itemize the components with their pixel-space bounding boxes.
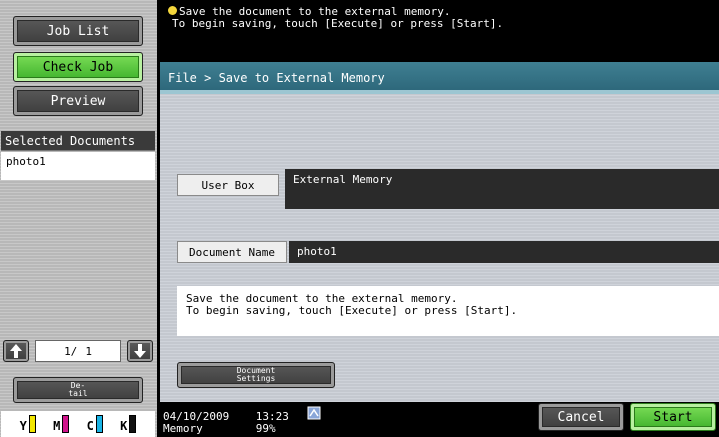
document-name-field[interactable]: photo1 [289,241,719,263]
toner-levels: Y M C K [1,411,155,437]
left-panel: Job List Check Job Preview Selected Docu… [0,0,157,437]
toner-magenta: M [53,415,70,433]
date-time: 04/10/2009 13:23 Memory 99% [163,411,289,435]
pager: 1/ 1 [3,339,153,363]
toner-yellow: Y [20,415,36,433]
message-line2: To begin saving, touch [Execute] or pres… [172,17,504,30]
start-label: Start [653,409,693,425]
main-panel: File > Save to External Memory User Box … [160,62,719,402]
detail-button[interactable]: De- tail [13,377,143,403]
memory-value: 99% [255,422,276,435]
start-button[interactable]: Start [630,403,716,431]
lightbulb-icon [168,6,177,15]
page-indicator: 1/ 1 [35,340,121,362]
page-up-button[interactable] [3,340,29,362]
document-name-label: Document Name [177,241,287,263]
toner-cyan: C [87,415,103,433]
check-job-label: Check Job [42,59,114,75]
page-total: 1 [85,344,92,358]
check-job-button[interactable]: Check Job [13,52,143,82]
selected-documents-title: Selected Documents [1,131,155,151]
document-settings-button[interactable]: Document Settings [177,362,335,388]
info-message: Save the document to the external memory… [177,286,719,336]
toner-black: K [120,415,137,433]
selected-documents-list: photo1 [1,152,155,180]
cancel-label: Cancel [557,409,605,425]
memory-label: Memory [163,422,203,435]
toner-cyan-bar [95,415,103,433]
detail-label-line2: tail [68,389,88,398]
list-item[interactable]: photo1 [6,152,155,172]
status-bar: 04/10/2009 13:23 Memory 99% Cancel Start [157,403,719,437]
document-settings-line2: Settings [236,374,276,383]
toner-yellow-bar [28,415,36,433]
network-icon [307,406,321,420]
job-list-label: Job List [46,23,110,39]
info-line2: To begin saving, touch [Execute] or pres… [186,304,518,317]
user-box-value: External Memory [285,169,719,209]
page-current: 1/ [64,344,78,358]
user-box-label: User Box [177,174,279,196]
cancel-button[interactable]: Cancel [538,403,624,431]
preview-label: Preview [50,93,106,109]
breadcrumb: File > Save to External Memory [160,62,719,94]
toner-black-bar [129,415,137,433]
arrow-down-icon [134,344,146,358]
page-down-button[interactable] [127,340,153,362]
message-area: Save the document to the external memory… [160,0,719,58]
arrow-up-icon [10,344,22,358]
job-list-button[interactable]: Job List [13,16,143,46]
toner-magenta-bar [62,415,70,433]
preview-button[interactable]: Preview [13,86,143,116]
